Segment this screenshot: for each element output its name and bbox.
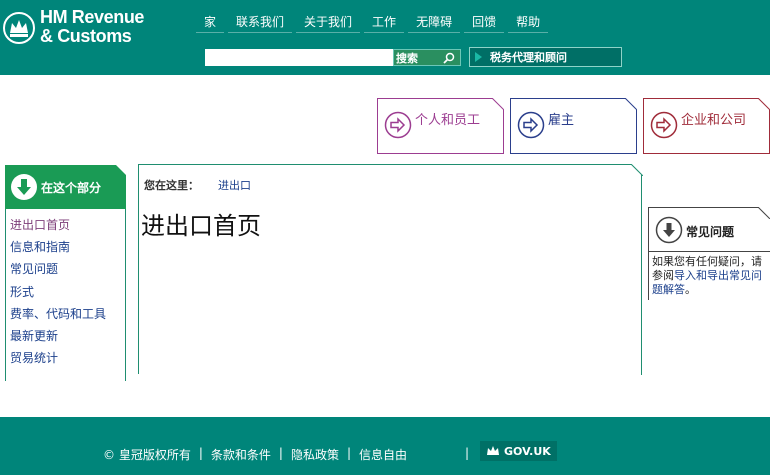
- corner-fold: [492, 98, 504, 110]
- nav-home[interactable]: 家: [196, 13, 225, 33]
- crown-icon: [487, 446, 499, 455]
- audience-employers-label: 雇主: [548, 113, 575, 128]
- search-input[interactable]: [205, 49, 393, 66]
- crown-crest-icon: [3, 12, 35, 44]
- sidebar-item-guidance[interactable]: 信息和指南: [10, 236, 106, 258]
- chevron-right-icon: [475, 52, 482, 62]
- nav-jobs[interactable]: 工作: [364, 13, 405, 33]
- footer-privacy[interactable]: 隐私政策: [285, 446, 345, 463]
- arrow-down-circle-icon: [655, 216, 683, 244]
- nav-contact[interactable]: 联系我们: [228, 13, 293, 33]
- faq-title: 常见问题: [686, 225, 735, 239]
- footer-copyright[interactable]: © 皇冠版权所有: [97, 446, 197, 463]
- corner-fold: [758, 98, 770, 110]
- faq-text: 如果您有任何疑问，请参阅导入和导出常见问题解答。: [652, 255, 770, 297]
- faq-box: 常见问题 如果您有任何疑问，请参阅导入和导出常见问题解答。: [648, 207, 770, 300]
- sidebar-item-trade-statistics[interactable]: 贸易统计: [10, 347, 106, 369]
- sidebar-item-rates-codes-tools[interactable]: 费率、代码和工具: [10, 303, 106, 325]
- arrow-right-circle-icon: [384, 111, 412, 139]
- audience-businesses-label: 企业和公司: [681, 113, 747, 128]
- footer-separator: |: [465, 446, 470, 460]
- agents-advisers-button[interactable]: 税务代理和顾问: [469, 47, 622, 67]
- page-title: 进出口首页: [141, 212, 261, 240]
- corner-fold: [625, 98, 637, 110]
- sidebar-item-forms[interactable]: 形式: [10, 281, 106, 303]
- logo-line2: & Customs: [40, 26, 132, 46]
- footer-separator: |: [278, 446, 283, 460]
- audience-individuals[interactable]: 个人和员工: [377, 98, 504, 154]
- faq-suffix: 。: [685, 283, 696, 296]
- nav-help[interactable]: 帮助: [508, 13, 549, 33]
- nav-feedback[interactable]: 回馈: [464, 13, 505, 33]
- frame-right-border: [641, 175, 642, 375]
- gov-uk-link[interactable]: GOV.UK: [480, 441, 557, 461]
- sidebar-item-latest-updates[interactable]: 最新更新: [10, 325, 106, 347]
- top-nav: 家 联系我们 关于我们 工作 无障碍 回馈 帮助: [196, 13, 552, 33]
- nav-accessibility[interactable]: 无障碍: [408, 13, 461, 33]
- sidebar-item-import-export-home[interactable]: 进出口首页: [10, 214, 106, 236]
- arrow-down-circle-icon: [11, 174, 37, 200]
- breadcrumb-label: 您在这里：: [144, 179, 199, 192]
- arrow-right-circle-icon: [517, 111, 545, 139]
- footer-separator: |: [346, 446, 351, 460]
- sidebar-item-faq[interactable]: 常见问题: [10, 258, 106, 280]
- footer-foi[interactable]: 信息自由: [353, 446, 413, 463]
- hmrc-logo[interactable]: HM Revenue & Customs: [0, 6, 160, 50]
- audience-employers[interactable]: 雇主: [510, 98, 637, 154]
- nav-about[interactable]: 关于我们: [296, 13, 361, 33]
- audience-individuals-label: 个人和员工: [415, 113, 481, 128]
- audience-businesses[interactable]: 企业和公司: [643, 98, 770, 154]
- sidebar-list: 进出口首页 信息和指南 常见问题 形式 费率、代码和工具 最新更新 贸易统计: [10, 214, 106, 369]
- arrow-right-circle-icon: [650, 111, 678, 139]
- search-icon: [443, 52, 455, 64]
- sidebar-title: 在这个部分: [41, 180, 102, 195]
- faq-divider: [649, 251, 770, 252]
- footer-separator: |: [198, 446, 203, 460]
- footer-links: © 皇冠版权所有 | 条款和条件 | 隐私政策 | 信息自由: [97, 446, 413, 463]
- gov-uk-label: GOV.UK: [504, 444, 551, 458]
- footer-terms[interactable]: 条款和条件: [205, 446, 277, 463]
- agents-label: 税务代理和顾问: [490, 51, 567, 64]
- sidebar-header: 在这个部分: [5, 165, 126, 209]
- corner-fold: [116, 165, 126, 175]
- main-content-frame: [138, 164, 643, 375]
- search-button[interactable]: 搜索: [393, 49, 461, 66]
- logo-line1: HM Revenue: [40, 7, 145, 27]
- corner-fold: [758, 207, 770, 219]
- breadcrumb-link[interactable]: 进出口: [218, 177, 251, 193]
- search-button-label: 搜索: [396, 51, 418, 65]
